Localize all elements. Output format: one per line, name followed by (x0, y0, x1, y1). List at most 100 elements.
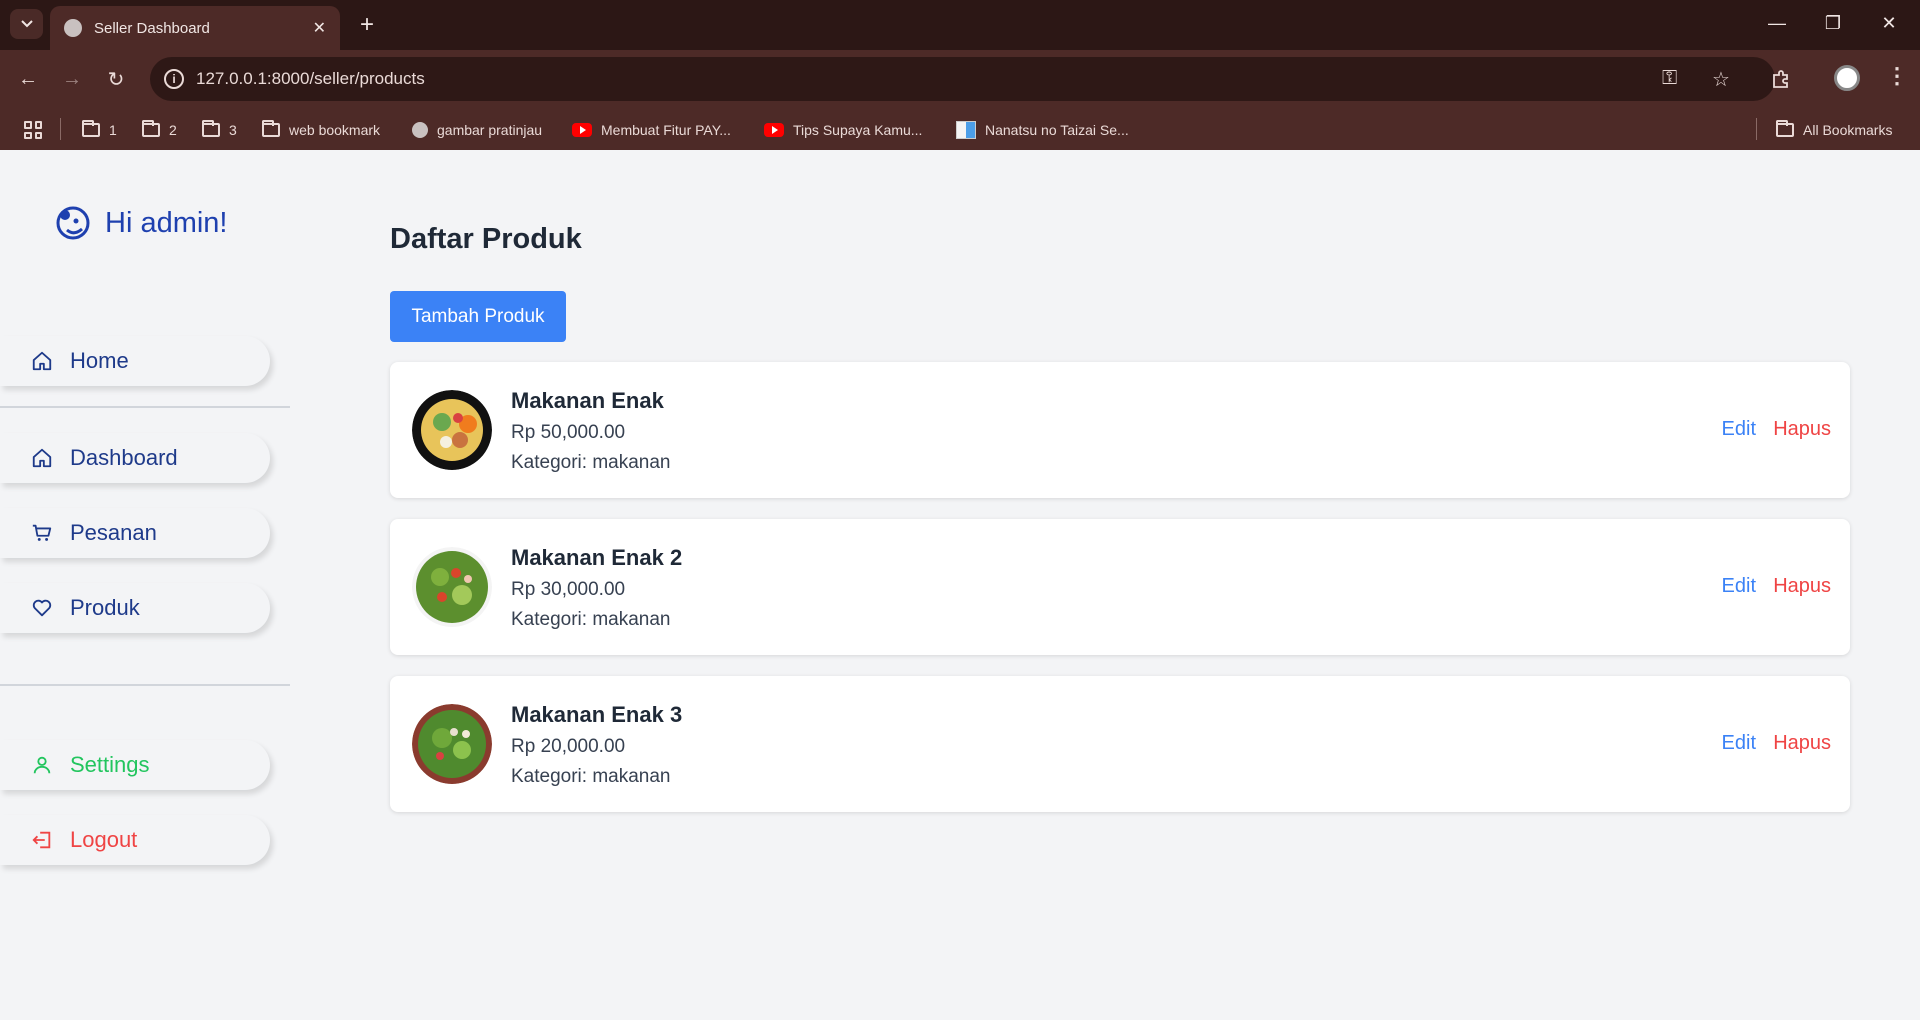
extensions-button[interactable] (1765, 63, 1797, 95)
cart-icon (30, 521, 54, 545)
product-price: Rp 50,000.00 (511, 422, 626, 443)
puzzle-icon (1773, 70, 1788, 88)
bookmarks-separator (1756, 118, 1757, 140)
product-category: Kategori: makanan (511, 609, 671, 630)
product-price: Rp 20,000.00 (511, 736, 626, 757)
chevron-down-icon (20, 20, 33, 28)
bookmark-label: gambar pratinjau (437, 122, 543, 138)
close-icon[interactable]: ✕ (313, 18, 326, 38)
globe-icon (412, 122, 428, 138)
sidebar-item-label: Settings (70, 752, 150, 777)
sidebar-divider (0, 684, 290, 686)
sidebar-item-pesanan[interactable]: Pesanan (0, 508, 270, 558)
all-bookmarks-label: All Bookmarks (1803, 122, 1893, 138)
bookmark-label: Tips Supaya Kamu... (793, 122, 923, 138)
browser-tab[interactable]: Seller Dashboard ✕ (50, 6, 340, 50)
sidebar-divider (0, 406, 290, 408)
bookmark-folder-1[interactable]: 1 (82, 119, 117, 141)
bookmark-label: 3 (229, 122, 237, 138)
window-close-button[interactable]: ✕ (1866, 8, 1912, 38)
product-name: Makanan Enak 3 (511, 702, 683, 727)
bookmark-folder-2[interactable]: 2 (142, 119, 177, 141)
sidebar-item-label: Home (70, 348, 129, 373)
edit-link[interactable]: Edit (1722, 575, 1756, 598)
heart-icon (30, 596, 54, 620)
sidebar-item-dashboard[interactable]: Dashboard (0, 433, 270, 483)
sidebar-item-label: Pesanan (70, 520, 157, 545)
sidebar-item-logout[interactable]: Logout (0, 815, 270, 865)
delete-link[interactable]: Hapus (1773, 418, 1831, 441)
reload-button[interactable]: ↻ (100, 63, 132, 95)
product-image (412, 390, 492, 470)
delete-link[interactable]: Hapus (1773, 575, 1831, 598)
folder-icon (262, 120, 280, 137)
all-bookmarks-button[interactable]: All Bookmarks (1776, 119, 1892, 141)
product-card: Makanan Enak Rp 50,000.00 Kategori: maka… (390, 362, 1850, 498)
sidebar: Hi admin! Home Dashboard Pesanan Produk … (0, 150, 290, 1020)
home-icon (30, 446, 54, 470)
bookmark-folder-web[interactable]: web bookmark (262, 119, 380, 141)
delete-link[interactable]: Hapus (1773, 732, 1831, 755)
add-product-button[interactable]: Tambah Produk (390, 291, 566, 342)
url-text[interactable]: 127.0.0.1:8000/seller/products (196, 69, 425, 89)
star-icon[interactable]: ☆ (1712, 67, 1730, 92)
youtube-icon (764, 123, 784, 137)
product-name: Makanan Enak 2 (511, 545, 683, 570)
info-icon[interactable]: i (164, 69, 184, 89)
globe-icon (64, 19, 82, 37)
bookmarks-bar: 1 2 3 web bookmark gambar pratinjau Memb… (0, 108, 1920, 150)
new-tab-button[interactable]: + (352, 10, 382, 40)
bookmark-youtube-1[interactable]: Membuat Fitur PAY... (572, 119, 731, 141)
folder-icon (142, 120, 160, 137)
product-category: Kategori: makanan (511, 766, 671, 787)
minimize-button[interactable]: — (1754, 8, 1800, 38)
product-card: Makanan Enak 2 Rp 30,000.00 Kategori: ma… (390, 519, 1850, 655)
bookmark-folder-3[interactable]: 3 (202, 119, 237, 141)
bookmark-label: Nanatsu no Taizai Se... (985, 122, 1129, 138)
bookmark-label: 1 (109, 122, 117, 138)
restore-button[interactable]: ❐ (1810, 8, 1856, 38)
tab-search-button[interactable] (10, 9, 43, 39)
page-title: Daftar Produk (390, 223, 582, 255)
menu-icon[interactable]: ⋮ (1886, 63, 1908, 89)
youtube-icon (572, 123, 592, 137)
apps-grid-icon[interactable] (24, 121, 42, 139)
password-key-icon[interactable]: ⚿ (1662, 67, 1677, 90)
edit-link[interactable]: Edit (1722, 732, 1756, 755)
sidebar-item-home[interactable]: Home (0, 336, 270, 386)
edit-link[interactable]: Edit (1722, 418, 1756, 441)
greeting: Hi admin! (105, 206, 228, 239)
mailchimp-logo-icon (56, 206, 90, 240)
bookmark-youtube-2[interactable]: Tips Supaya Kamu... (764, 119, 922, 141)
product-card: Makanan Enak 3 Rp 20,000.00 Kategori: ma… (390, 676, 1850, 812)
product-image (412, 704, 492, 784)
forward-button[interactable]: → (56, 63, 88, 95)
book-icon (956, 121, 976, 139)
sidebar-item-label: Produk (70, 595, 140, 620)
page-content: Hi admin! Home Dashboard Pesanan Produk … (0, 150, 1920, 1020)
profile-avatar[interactable] (1834, 65, 1860, 91)
sidebar-item-label: Dashboard (70, 445, 178, 470)
brand: Hi admin! (55, 205, 228, 241)
bookmark-label: Membuat Fitur PAY... (601, 122, 731, 138)
sidebar-item-settings[interactable]: Settings (0, 740, 270, 790)
sidebar-item-produk[interactable]: Produk (0, 583, 270, 633)
browser-tab-bar: Seller Dashboard ✕ + — ❐ ✕ (0, 0, 1920, 50)
address-bar[interactable]: i 127.0.0.1:8000/seller/products ⚿ ☆ (150, 57, 1775, 101)
user-icon (30, 753, 54, 777)
product-image (412, 547, 492, 627)
bookmark-nanatsu[interactable]: Nanatsu no Taizai Se... (956, 119, 1129, 141)
folder-icon (1776, 120, 1794, 137)
home-icon (30, 349, 54, 373)
product-name: Makanan Enak (511, 388, 664, 413)
sidebar-item-label: Logout (70, 827, 138, 852)
bookmark-gambar-pratinjau[interactable]: gambar pratinjau (412, 119, 542, 141)
folder-icon (202, 120, 220, 137)
product-category: Kategori: makanan (511, 452, 671, 473)
tab-title: Seller Dashboard (94, 19, 210, 37)
product-price: Rp 30,000.00 (511, 579, 626, 600)
logout-icon (30, 828, 54, 852)
bookmark-label: web bookmark (289, 122, 381, 138)
folder-icon (82, 120, 100, 137)
back-button[interactable]: ← (12, 63, 44, 95)
